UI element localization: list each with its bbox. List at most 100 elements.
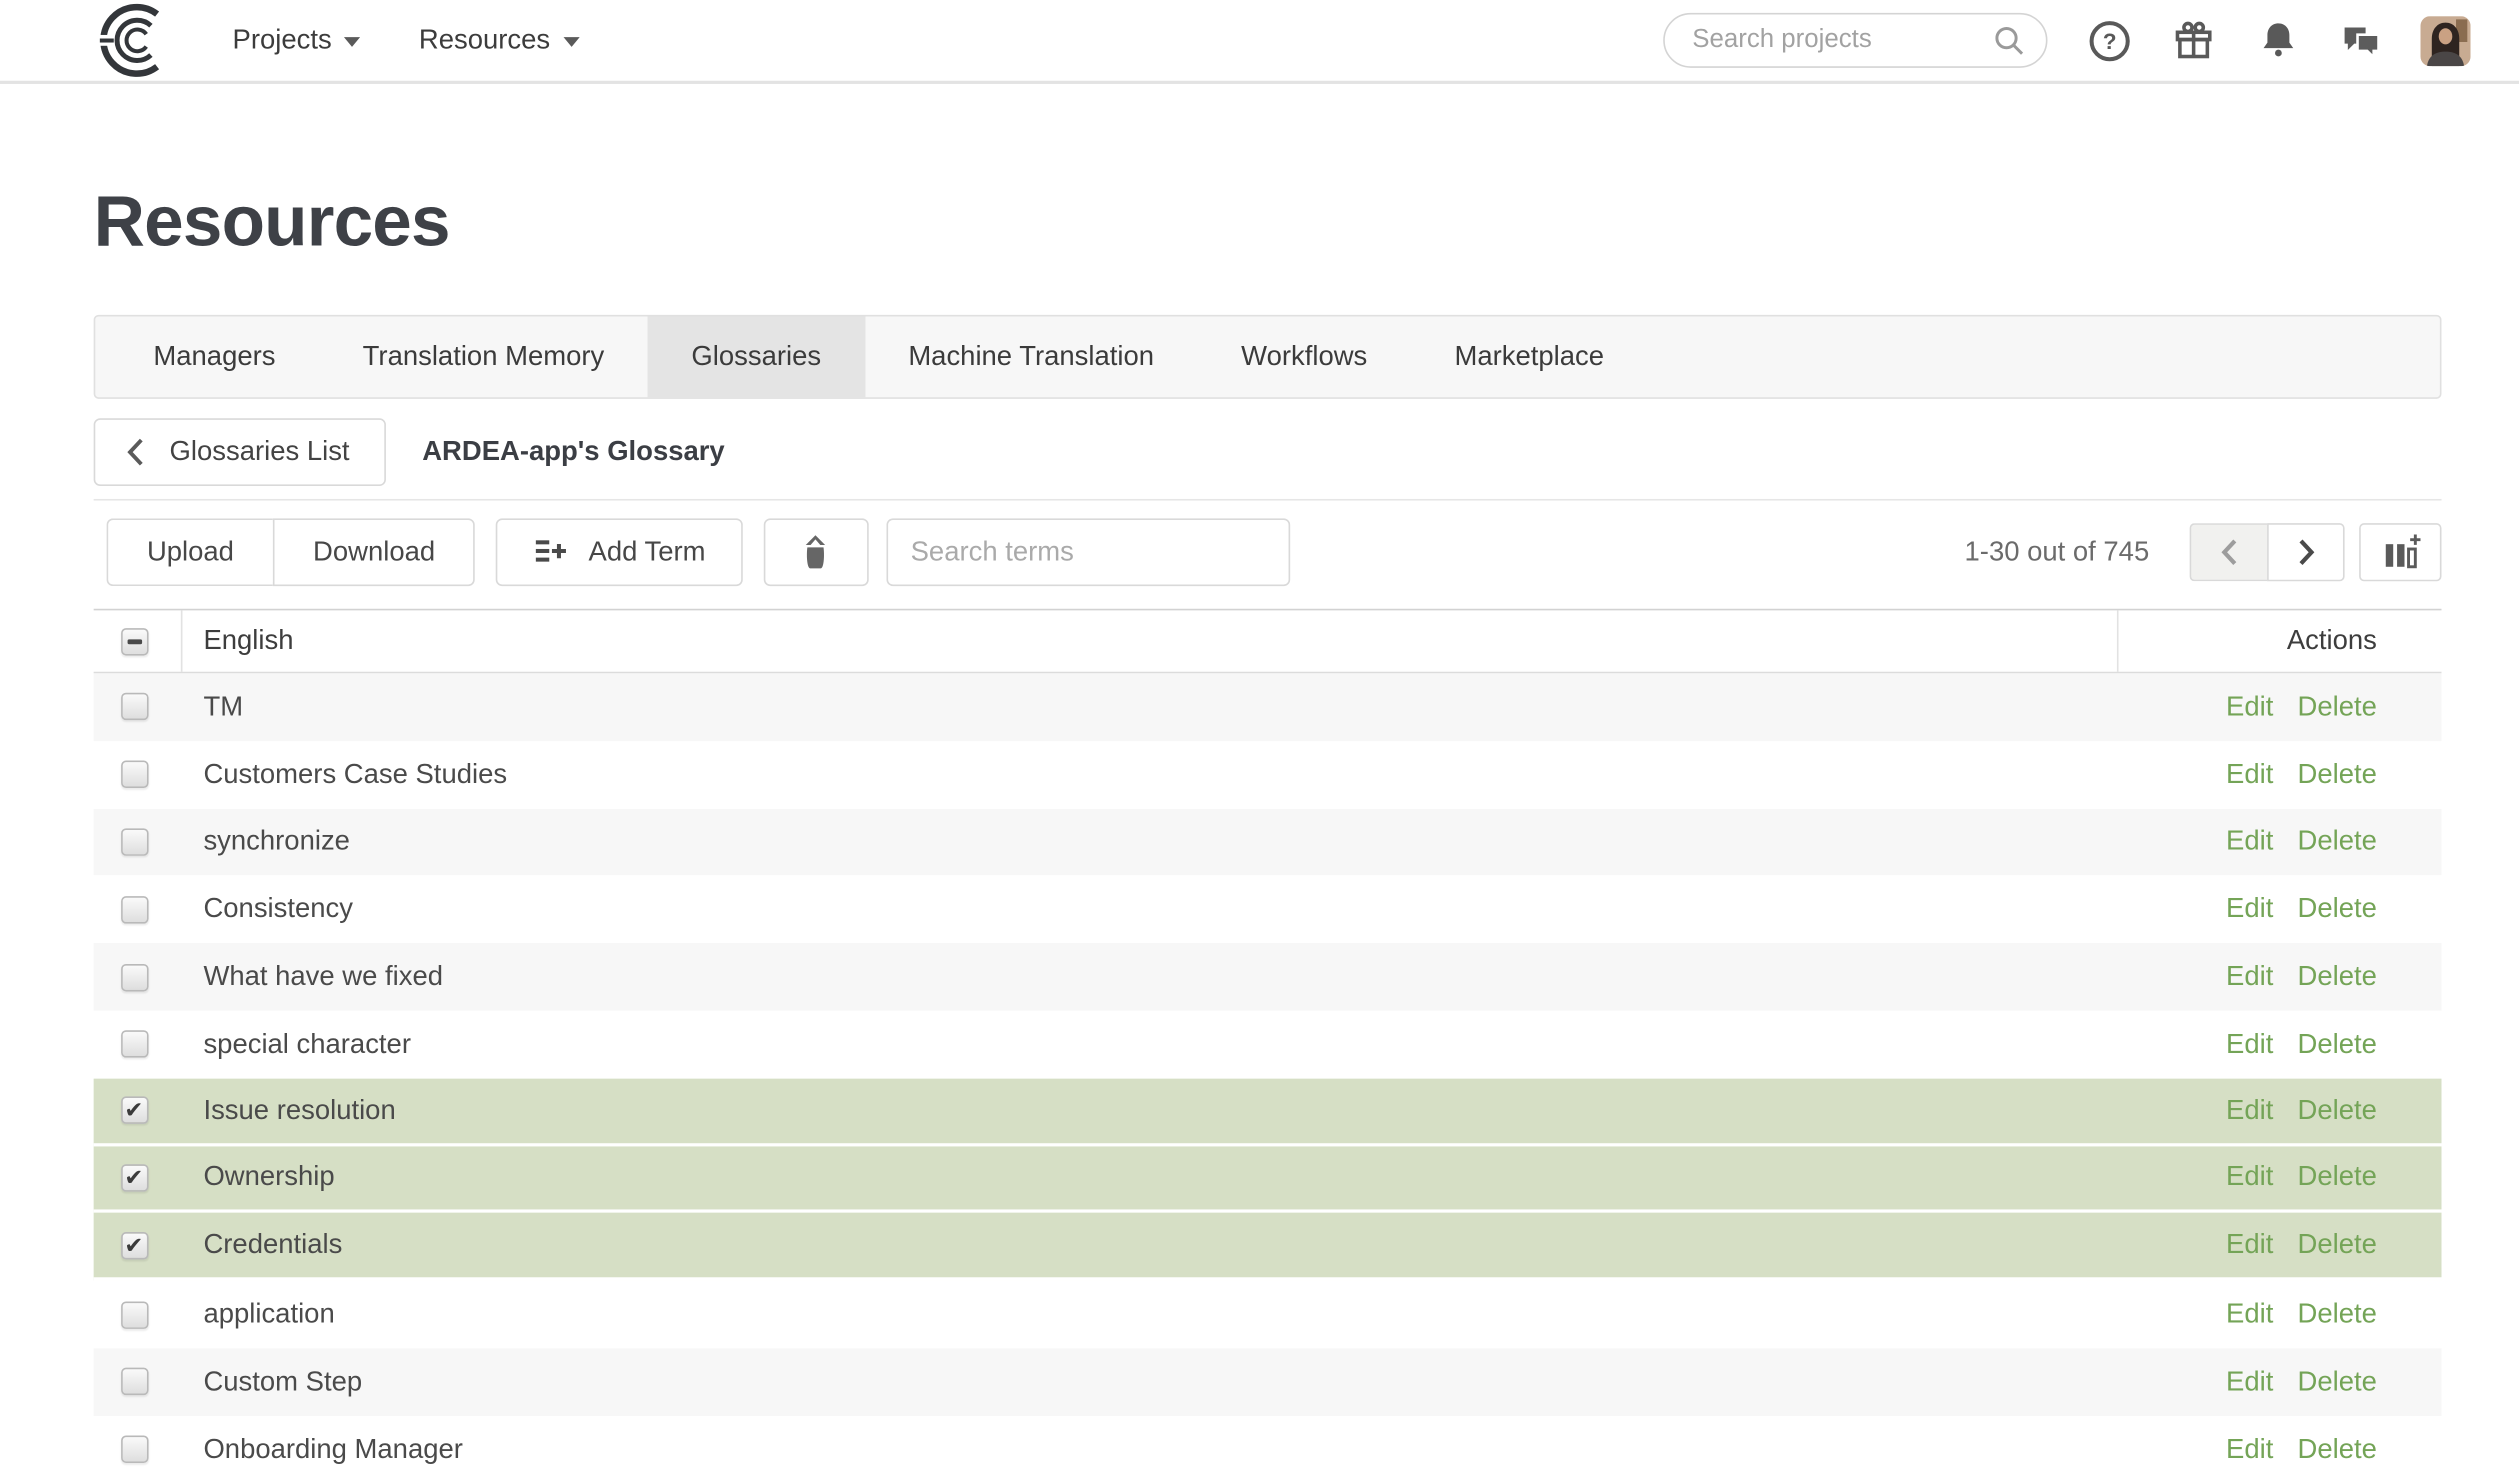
delete-link[interactable]: Delete bbox=[2298, 1366, 2377, 1398]
row-checkbox[interactable] bbox=[121, 1231, 149, 1260]
search-terms-input[interactable] bbox=[886, 518, 1291, 587]
row-checkbox[interactable] bbox=[121, 760, 149, 789]
prev-page-button[interactable] bbox=[2189, 523, 2268, 582]
trash-icon bbox=[795, 531, 837, 573]
row-checkbox[interactable] bbox=[121, 1096, 149, 1125]
search-projects-input[interactable] bbox=[1692, 25, 1991, 55]
resources-tabs: Managers Translation Memory Glossaries M… bbox=[93, 314, 2442, 399]
project-search bbox=[1663, 12, 2048, 68]
pager bbox=[2189, 523, 2345, 582]
columns-icon bbox=[2379, 531, 2421, 573]
row-checkbox[interactable] bbox=[121, 1300, 149, 1329]
row-checkbox[interactable] bbox=[121, 1030, 149, 1059]
edit-link[interactable]: Edit bbox=[2226, 1366, 2273, 1398]
nav-menu-projects[interactable]: Projects bbox=[233, 24, 361, 56]
delete-link[interactable]: Delete bbox=[2298, 1028, 2377, 1060]
column-header-actions: Actions bbox=[2286, 624, 2377, 656]
brand-logo-icon[interactable] bbox=[93, 3, 168, 77]
term-text: Custom Step bbox=[203, 1365, 363, 1397]
next-page-button[interactable] bbox=[2267, 523, 2345, 582]
upload-download-group: Upload Download bbox=[106, 518, 476, 587]
chevron-left-icon bbox=[124, 436, 147, 468]
delete-link[interactable]: Delete bbox=[2298, 1298, 2377, 1330]
term-text: synchronize bbox=[203, 825, 350, 857]
term-text: Credentials bbox=[203, 1229, 343, 1260]
edit-link[interactable]: Edit bbox=[2226, 691, 2273, 723]
back-to-glossaries-button[interactable]: Glossaries List bbox=[93, 418, 387, 487]
chevron-down-icon bbox=[344, 37, 361, 47]
svg-text:?: ? bbox=[2103, 28, 2117, 53]
row-checkbox[interactable] bbox=[121, 895, 149, 924]
pagination-range: 1-30 out of 745 bbox=[1964, 536, 2150, 567]
delete-link[interactable]: Delete bbox=[2298, 961, 2377, 993]
delete-selected-button[interactable] bbox=[763, 518, 869, 587]
table-row: TM Edit Delete bbox=[93, 673, 2442, 741]
tab-marketplace[interactable]: Marketplace bbox=[1411, 316, 1648, 397]
tab-translation-memory[interactable]: Translation Memory bbox=[319, 316, 648, 397]
chevron-down-icon bbox=[563, 37, 580, 47]
delete-link[interactable]: Delete bbox=[2298, 1094, 2377, 1126]
delete-link[interactable]: Delete bbox=[2298, 1433, 2377, 1465]
help-icon[interactable]: ? bbox=[2088, 19, 2132, 63]
term-text: Onboarding Manager bbox=[203, 1433, 463, 1465]
term-text: Consistency bbox=[203, 893, 353, 925]
edit-link[interactable]: Edit bbox=[2226, 961, 2273, 993]
term-text: What have we fixed bbox=[203, 960, 444, 992]
tab-machine-translation[interactable]: Machine Translation bbox=[865, 316, 1198, 397]
delete-link[interactable]: Delete bbox=[2298, 1229, 2377, 1261]
edit-link[interactable]: Edit bbox=[2226, 1229, 2273, 1261]
edit-link[interactable]: Edit bbox=[2226, 1162, 2273, 1194]
delete-link[interactable]: Delete bbox=[2298, 826, 2377, 858]
term-text: application bbox=[203, 1298, 335, 1330]
app-window: Projects Resources ? bbox=[0, 0, 2519, 1483]
delete-link[interactable]: Delete bbox=[2298, 893, 2377, 925]
table-row: Credentials Edit Delete bbox=[93, 1213, 2442, 1281]
edit-link[interactable]: Edit bbox=[2226, 893, 2273, 925]
nav-menu-resources[interactable]: Resources bbox=[419, 24, 580, 56]
delete-link[interactable]: Delete bbox=[2298, 1162, 2377, 1194]
add-term-icon bbox=[534, 533, 573, 572]
page-title: Resources bbox=[93, 182, 451, 262]
gift-icon[interactable] bbox=[2172, 19, 2216, 63]
delete-link[interactable]: Delete bbox=[2298, 691, 2377, 723]
edit-link[interactable]: Edit bbox=[2226, 758, 2273, 790]
row-checkbox[interactable] bbox=[121, 828, 149, 856]
navbar-right: ? bbox=[1663, 12, 2471, 68]
edit-link[interactable]: Edit bbox=[2226, 1433, 2273, 1465]
main-nav: Projects Resources bbox=[233, 24, 580, 56]
select-all-checkbox[interactable] bbox=[121, 627, 149, 655]
row-checkbox[interactable] bbox=[121, 963, 149, 991]
table-row: Custom Step Edit Delete bbox=[93, 1348, 2442, 1416]
chat-icon[interactable] bbox=[2340, 19, 2384, 63]
upload-button[interactable]: Upload bbox=[106, 518, 273, 587]
edit-link[interactable]: Edit bbox=[2226, 1298, 2273, 1330]
table-row: Ownership Edit Delete bbox=[93, 1145, 2442, 1214]
table-row: Consistency Edit Delete bbox=[93, 875, 2442, 944]
avatar[interactable] bbox=[2420, 15, 2471, 66]
tab-glossaries[interactable]: Glossaries bbox=[647, 316, 865, 398]
tab-managers[interactable]: Managers bbox=[110, 316, 319, 397]
delete-link[interactable]: Delete bbox=[2298, 758, 2377, 790]
term-text: Issue resolution bbox=[203, 1094, 396, 1125]
add-term-button[interactable]: Add Term bbox=[496, 518, 743, 587]
page-content: Resources Managers Translation Memory Gl… bbox=[0, 182, 2519, 1483]
row-checkbox[interactable] bbox=[121, 1435, 149, 1464]
bell-icon[interactable] bbox=[2256, 19, 2300, 63]
term-text: TM bbox=[203, 690, 244, 722]
column-settings-button[interactable] bbox=[2359, 523, 2442, 582]
row-checkbox[interactable] bbox=[121, 1164, 149, 1192]
edit-link[interactable]: Edit bbox=[2226, 826, 2273, 858]
divider bbox=[93, 498, 2442, 501]
download-button[interactable]: Download bbox=[272, 518, 476, 587]
term-text: Customers Case Studies bbox=[203, 758, 508, 790]
table-row: application Edit Delete bbox=[93, 1280, 2442, 1349]
top-navbar: Projects Resources ? bbox=[0, 0, 2519, 84]
search-icon[interactable] bbox=[1991, 23, 2027, 59]
tab-workflows[interactable]: Workflows bbox=[1198, 316, 1411, 397]
row-checkbox[interactable] bbox=[121, 1368, 149, 1396]
edit-link[interactable]: Edit bbox=[2226, 1028, 2273, 1060]
edit-link[interactable]: Edit bbox=[2226, 1094, 2273, 1126]
term-text: Ownership bbox=[203, 1161, 335, 1193]
row-checkbox[interactable] bbox=[121, 693, 149, 721]
table-row: special character Edit Delete bbox=[93, 1010, 2442, 1079]
